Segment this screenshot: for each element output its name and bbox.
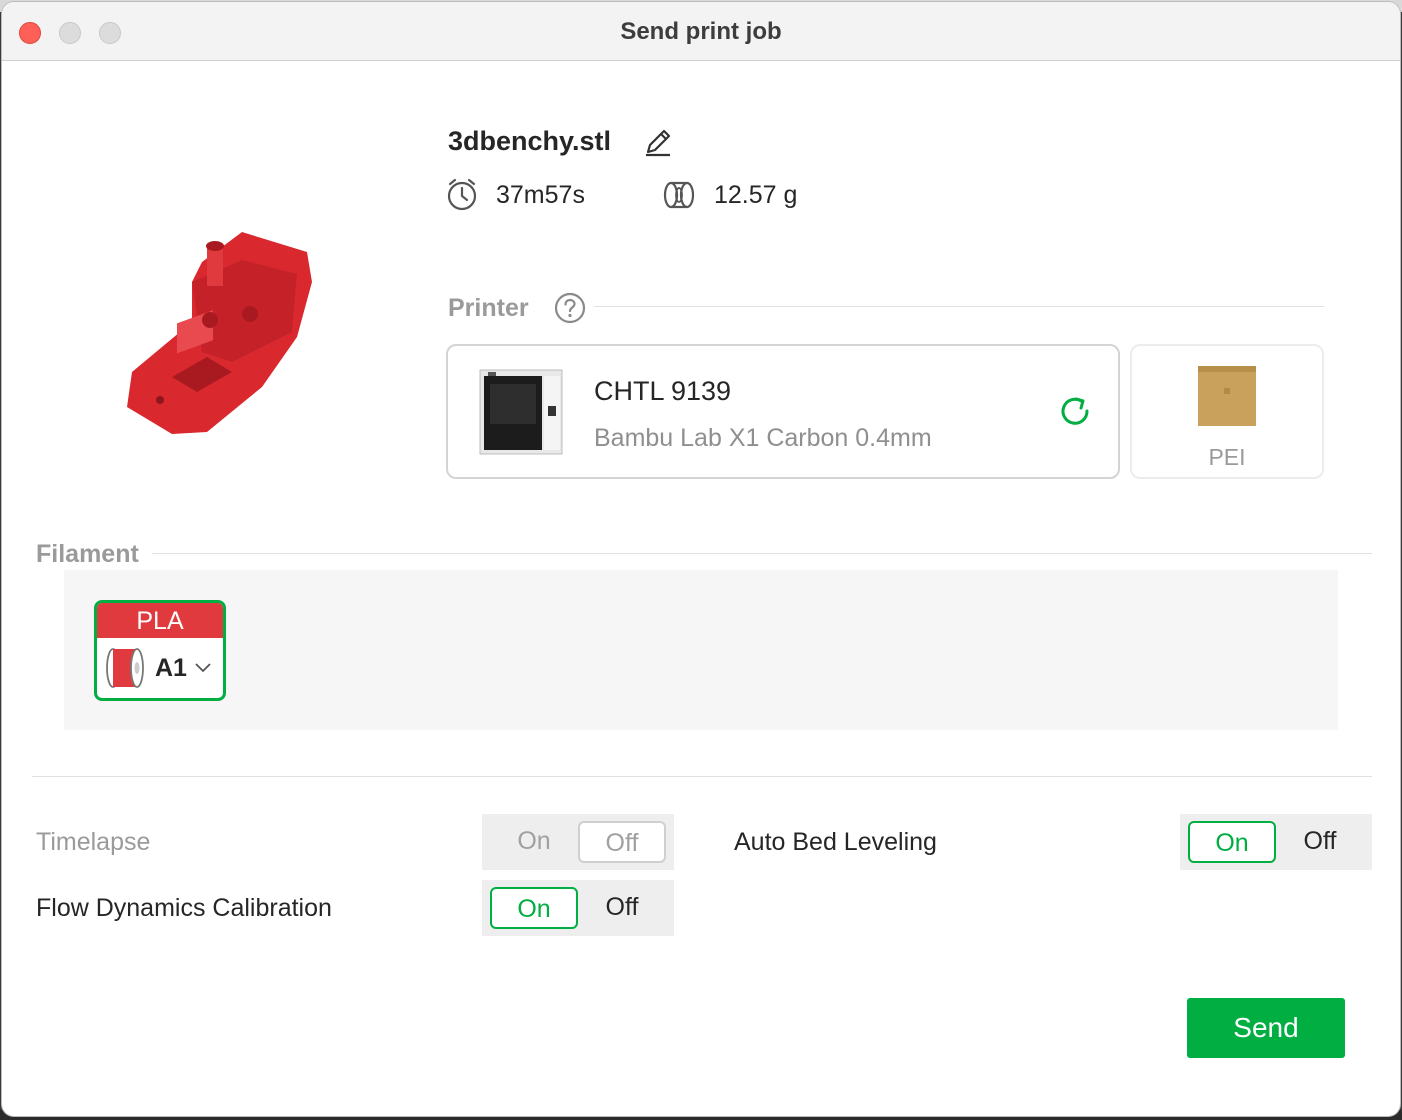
- auto-bed-leveling-toggle: On Off: [1180, 814, 1372, 870]
- filament-weight-icon: [663, 181, 695, 209]
- flow-dynamics-label: Flow Dynamics Calibration: [36, 894, 332, 922]
- printer-section-label: Printer: [448, 294, 529, 322]
- flow-dynamics-toggle: On Off: [482, 880, 674, 936]
- timelapse-toggle: On Off: [482, 814, 674, 870]
- filament-type: PLA: [97, 603, 223, 638]
- timelapse-off-option[interactable]: Off: [578, 821, 666, 863]
- send-button[interactable]: Send: [1187, 998, 1345, 1058]
- auto-bed-leveling-on-option[interactable]: On: [1188, 821, 1276, 863]
- filament-weight-row: 12.57 g: [662, 178, 797, 212]
- print-time-value: 37m57s: [496, 180, 585, 209]
- flow-dynamics-off-option[interactable]: Off: [578, 887, 666, 929]
- build-plate-selector[interactable]: PEI: [1130, 344, 1324, 479]
- printer-section-divider: [594, 306, 1324, 307]
- timelapse-on-option[interactable]: On: [490, 821, 578, 863]
- timelapse-label: Timelapse: [36, 828, 151, 856]
- filament-slot-card[interactable]: PLA A1: [94, 600, 226, 701]
- model-preview-image: [127, 232, 312, 434]
- send-print-job-dialog: Send print job 3dbenchy.stl 37m57s 12.57…: [2, 2, 1400, 1116]
- file-name: 3dbenchy.stl: [448, 126, 612, 156]
- options-divider: [32, 776, 1372, 777]
- printer-name: CHTL 9139: [594, 376, 732, 406]
- spool-icon: [106, 648, 144, 688]
- pei-plate-image: [1198, 366, 1256, 426]
- filament-mapping-area: PLA A1: [64, 570, 1338, 730]
- printer-selector[interactable]: CHTL 9139 Bambu Lab X1 Carbon 0.4mm: [446, 344, 1120, 479]
- edit-icon[interactable]: [642, 126, 674, 158]
- chevron-down-icon: [195, 663, 211, 673]
- filament-section-divider: [152, 553, 1372, 554]
- printer-image: [479, 369, 563, 455]
- clock-icon: [447, 178, 477, 211]
- filament-section-label: Filament: [36, 540, 139, 568]
- filament-slot-label: A1: [155, 654, 187, 682]
- printer-model: Bambu Lab X1 Carbon 0.4mm: [594, 424, 932, 452]
- filament-slot-selector[interactable]: A1: [97, 638, 223, 698]
- window-title: Send print job: [620, 18, 782, 45]
- flow-dynamics-on-option[interactable]: On: [490, 887, 578, 929]
- title-bar: Send print job: [2, 2, 1400, 61]
- auto-bed-leveling-off-option[interactable]: Off: [1276, 821, 1364, 863]
- help-icon[interactable]: [554, 292, 586, 324]
- refresh-icon[interactable]: [1056, 392, 1094, 430]
- plate-label: PEI: [1208, 444, 1246, 470]
- filament-weight-value: 12.57 g: [714, 180, 798, 209]
- auto-bed-leveling-label: Auto Bed Leveling: [734, 828, 937, 856]
- print-time-row: 37m57s: [446, 178, 585, 212]
